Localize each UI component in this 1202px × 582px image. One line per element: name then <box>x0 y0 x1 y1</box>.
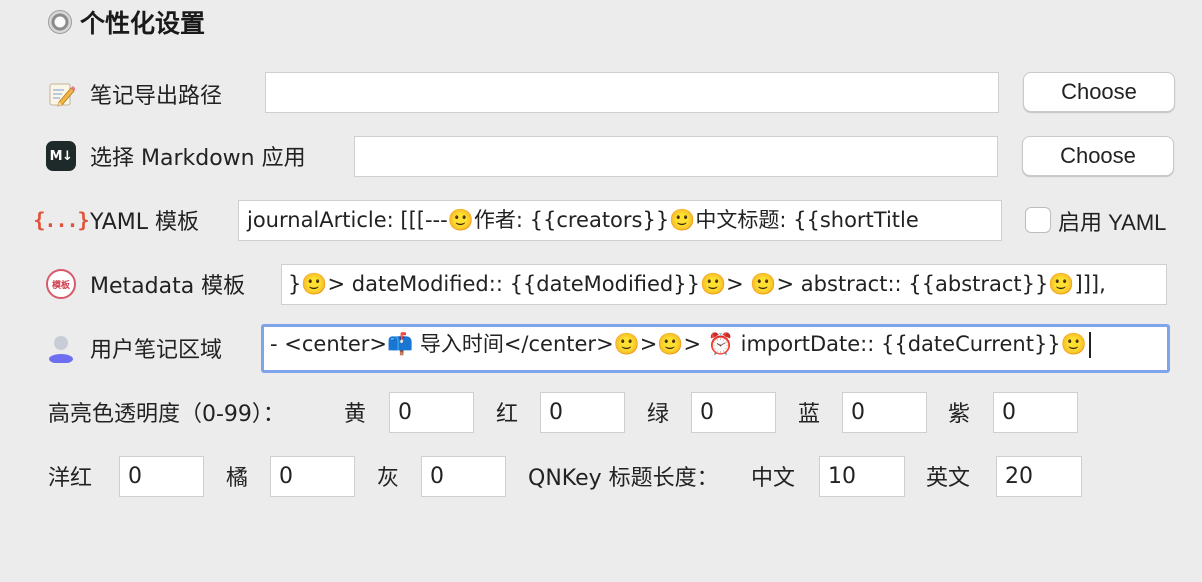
markdown-app-label: 选择 Markdown 应用 <box>90 146 306 171</box>
export-path-choose-button[interactable]: Choose <box>1023 72 1175 112</box>
highlight-green-input[interactable]: 0 <box>691 392 776 433</box>
highlight-magenta-label: 洋红 <box>48 466 93 491</box>
qnkey-chinese-input[interactable]: 10 <box>819 456 905 497</box>
user-notes-label: 用户笔记区域 <box>90 338 223 363</box>
memo-icon <box>46 79 76 109</box>
section-header: 个性化设置 <box>48 4 205 40</box>
highlight-orange-label: 橘 <box>226 466 249 491</box>
highlight-purple-label: 紫 <box>948 402 971 427</box>
text-caret <box>1088 332 1091 358</box>
highlight-magenta-input[interactable]: 0 <box>119 456 204 497</box>
user-icon <box>46 333 76 363</box>
metadata-template-label-group: 模板 Metadata 模板 <box>46 264 245 304</box>
markdown-app-label-group: M↓ 选择 Markdown 应用 <box>46 136 306 176</box>
markdown-app-choose-button[interactable]: Choose <box>1022 136 1174 176</box>
user-notes-label-group: 用户笔记区域 <box>46 328 222 368</box>
highlight-label: 高亮色透明度（0-99）： <box>48 402 285 427</box>
highlight-gray-label: 灰 <box>377 466 400 491</box>
qnkey-chinese-label: 中文 <box>751 466 796 491</box>
user-notes-value: - <center>📫 导入时间</center>🙂>🙂> ⏰ importDa… <box>270 332 1087 356</box>
markdown-icon: M↓ <box>46 141 76 171</box>
export-path-label: 笔记导出路径 <box>90 84 223 109</box>
highlight-gray-input[interactable]: 0 <box>421 456 506 497</box>
metadata-template-input[interactable]: }🙂> dateModified:: {{dateModified}}🙂> 🙂>… <box>281 264 1167 305</box>
highlight-purple-input[interactable]: 0 <box>993 392 1078 433</box>
highlight-red-input[interactable]: 0 <box>540 392 625 433</box>
highlight-yellow-input[interactable]: 0 <box>389 392 474 433</box>
highlight-blue-label: 蓝 <box>798 402 821 427</box>
highlight-blue-input[interactable]: 0 <box>842 392 927 433</box>
highlight-green-label: 绿 <box>647 402 670 427</box>
highlight-red-label: 红 <box>496 402 519 427</box>
highlight-yellow-label: 黄 <box>344 402 367 427</box>
yaml-template-label: YAML 模板 <box>90 210 200 235</box>
section-title: 个性化设置 <box>80 9 206 38</box>
export-path-label-group: 笔记导出路径 <box>46 74 222 114</box>
metadata-icon: 模板 <box>46 269 76 299</box>
section-radio-icon <box>48 10 72 34</box>
export-path-input[interactable] <box>265 72 999 113</box>
highlight-orange-input[interactable]: 0 <box>270 456 355 497</box>
user-notes-input[interactable]: - <center>📫 导入时间</center>🙂>🙂> ⏰ importDa… <box>261 324 1170 373</box>
enable-yaml-label: 启用 YAML <box>1058 210 1167 235</box>
yaml-template-input[interactable]: journalArticle: [[[---🙂作者: {{creators}}🙂… <box>238 200 1002 241</box>
braces-icon: {...} <box>33 208 89 232</box>
qnkey-english-label: 英文 <box>926 466 971 491</box>
markdown-app-input[interactable] <box>354 136 998 177</box>
metadata-template-label: Metadata 模板 <box>90 274 246 299</box>
qnkey-title-length-label: QNKey 标题长度： <box>528 466 719 491</box>
enable-yaml-checkbox[interactable] <box>1025 207 1051 233</box>
qnkey-english-input[interactable]: 20 <box>996 456 1082 497</box>
yaml-template-label-group: {...} YAML 模板 <box>33 200 200 240</box>
